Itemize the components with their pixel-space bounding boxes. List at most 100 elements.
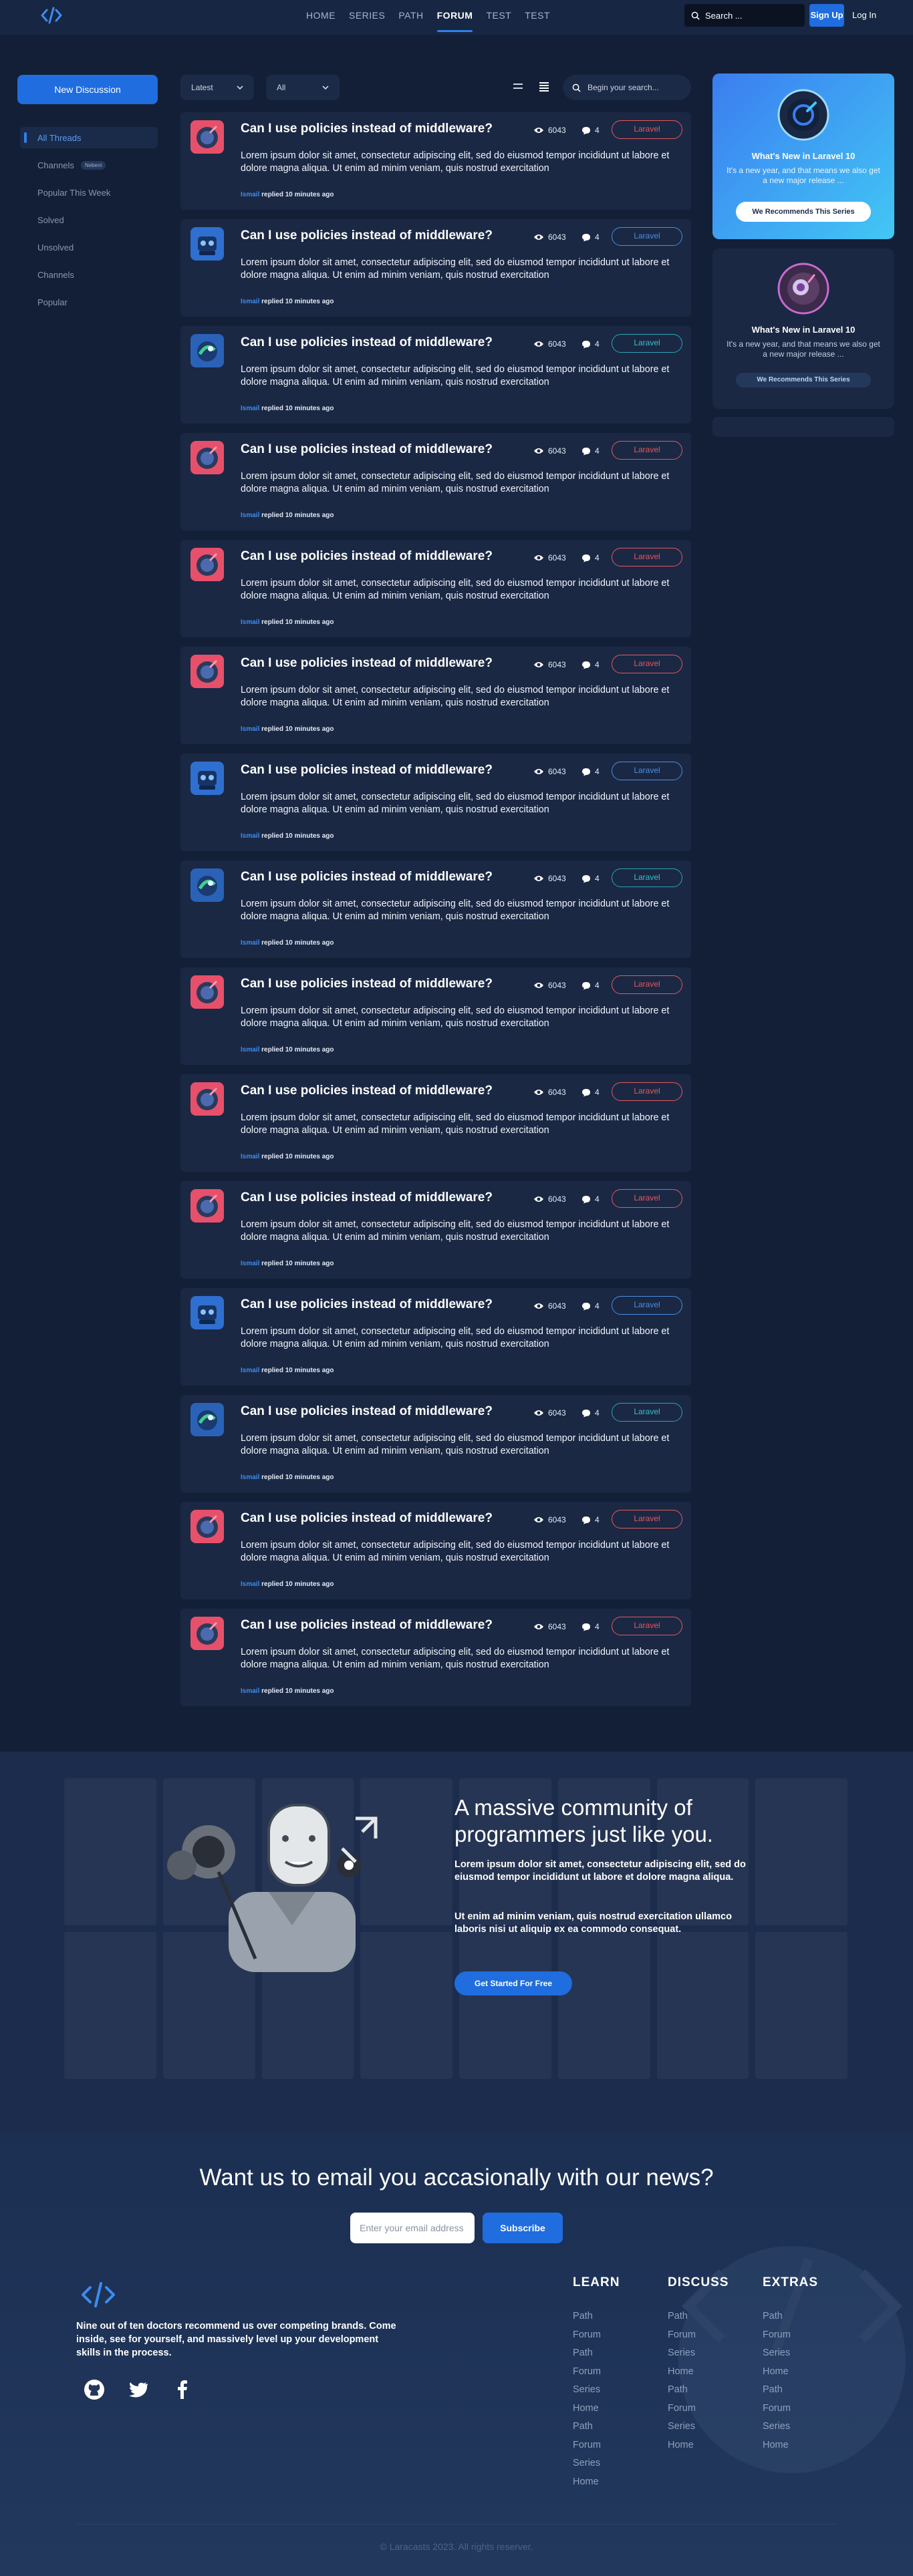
channel-tag[interactable]: Laravel xyxy=(612,1296,682,1315)
avatar[interactable] xyxy=(190,120,224,154)
footer-link[interactable]: Home xyxy=(573,2400,653,2418)
thread-author-link[interactable]: Ismail xyxy=(241,298,259,305)
channel-tag[interactable]: Laravel xyxy=(612,1617,682,1635)
thread-title[interactable]: Can I use policies instead of middleware… xyxy=(241,335,493,350)
thread-author-link[interactable]: Ismail xyxy=(241,1687,259,1695)
channel-tag[interactable]: Laravel xyxy=(612,762,682,780)
thread-card[interactable]: Can I use policies instead of middleware… xyxy=(180,1502,691,1599)
channel-tag[interactable]: Laravel xyxy=(612,227,682,246)
thread-author-link[interactable]: Ismail xyxy=(241,512,259,519)
avatar[interactable] xyxy=(190,1403,224,1436)
sidebar-item-popular-this-week[interactable]: Popular This Week xyxy=(20,182,158,203)
avatar[interactable] xyxy=(190,762,224,795)
avatar[interactable] xyxy=(190,334,224,367)
footer-link[interactable]: Forum xyxy=(668,2326,748,2345)
subscribe-button[interactable]: Subscribe xyxy=(483,2213,563,2243)
channel-tag[interactable]: Laravel xyxy=(612,1403,682,1422)
header-search-input[interactable]: Search ... xyxy=(684,4,805,27)
thread-author-link[interactable]: Ismail xyxy=(241,726,259,733)
thread-author-link[interactable]: Ismail xyxy=(241,1474,259,1481)
thread-author-link[interactable]: Ismail xyxy=(241,405,259,412)
thread-title[interactable]: Can I use policies instead of middleware… xyxy=(241,1084,493,1098)
thread-card[interactable]: Can I use policies instead of middleware… xyxy=(180,112,691,210)
thread-card[interactable]: Can I use policies instead of middleware… xyxy=(180,647,691,744)
thread-title[interactable]: Can I use policies instead of middleware… xyxy=(241,656,493,671)
footer-link[interactable]: Forum xyxy=(573,2363,653,2382)
footer-link[interactable]: Forum xyxy=(573,2436,653,2455)
avatar[interactable] xyxy=(190,1617,224,1650)
thread-title[interactable]: Can I use policies instead of middleware… xyxy=(241,763,493,778)
channel-tag[interactable]: Laravel xyxy=(612,655,682,673)
promo-card[interactable]: What's New in Laravel 10 It's a new year… xyxy=(712,73,894,239)
thread-title[interactable]: Can I use policies instead of middleware… xyxy=(241,870,493,884)
channel-tag[interactable]: Laravel xyxy=(612,1189,682,1208)
footer-link[interactable]: Forum xyxy=(763,2326,843,2345)
compact-view-icon[interactable] xyxy=(537,79,551,94)
channel-tag[interactable]: Laravel xyxy=(612,334,682,353)
avatar[interactable] xyxy=(190,441,224,474)
github-icon[interactable] xyxy=(83,2378,106,2401)
footer-link[interactable]: Forum xyxy=(573,2326,653,2345)
footer-link[interactable]: Forum xyxy=(668,2400,748,2418)
footer-link[interactable]: Path xyxy=(763,2381,843,2400)
thread-author-link[interactable]: Ismail xyxy=(241,191,259,198)
nav-link-path[interactable]: PATH xyxy=(398,0,423,35)
footer-link[interactable]: Home xyxy=(668,2363,748,2382)
sidebar-item-popular[interactable]: Popular xyxy=(20,291,158,313)
recommend-series-button[interactable]: We Recommends This Series xyxy=(736,373,871,387)
thread-author-link[interactable]: Ismail xyxy=(241,1046,259,1054)
nav-link-series[interactable]: SERIES xyxy=(349,0,385,35)
channel-tag[interactable]: Laravel xyxy=(612,868,682,887)
nav-link-home[interactable]: HOME xyxy=(306,0,336,35)
thread-title[interactable]: Can I use policies instead of middleware… xyxy=(241,228,493,243)
footer-link[interactable]: Series xyxy=(763,2418,843,2436)
avatar[interactable] xyxy=(190,227,224,261)
list-view-icon[interactable] xyxy=(511,79,525,94)
footer-link[interactable]: Path xyxy=(573,2418,653,2436)
thread-card[interactable]: Can I use policies instead of middleware… xyxy=(180,433,691,530)
thread-author-link[interactable]: Ismail xyxy=(241,1260,259,1267)
channel-tag[interactable]: Laravel xyxy=(612,1082,682,1101)
footer-link[interactable]: Path xyxy=(668,2381,748,2400)
thread-title[interactable]: Can I use policies instead of middleware… xyxy=(241,122,493,136)
nav-link-test[interactable]: TEST xyxy=(525,0,550,35)
avatar[interactable] xyxy=(190,1082,224,1116)
thread-author-link[interactable]: Ismail xyxy=(241,1367,259,1374)
thread-author-link[interactable]: Ismail xyxy=(241,832,259,840)
thread-card[interactable]: Can I use policies instead of middleware… xyxy=(180,1395,691,1492)
footer-link[interactable]: Home xyxy=(763,2436,843,2455)
channel-tag[interactable]: Laravel xyxy=(612,120,682,139)
channel-tag[interactable]: Laravel xyxy=(612,975,682,994)
footer-link[interactable]: Series xyxy=(573,2454,653,2473)
sidebar-item-unsolved[interactable]: Unsolved xyxy=(20,236,158,258)
thread-title[interactable]: Can I use policies instead of middleware… xyxy=(241,1404,493,1419)
new-discussion-button[interactable]: New Discussion xyxy=(17,75,158,104)
avatar[interactable] xyxy=(190,868,224,902)
thread-card[interactable]: Can I use policies instead of middleware… xyxy=(180,1074,691,1172)
footer-link[interactable]: Home xyxy=(763,2363,843,2382)
log-in-link[interactable]: Log In xyxy=(852,4,876,27)
footer-link[interactable]: Home xyxy=(573,2473,653,2492)
channel-tag[interactable]: Laravel xyxy=(612,1510,682,1528)
thread-title[interactable]: Can I use policies instead of middleware… xyxy=(241,549,493,564)
footer-link[interactable]: Series xyxy=(763,2344,843,2363)
thread-card[interactable]: Can I use policies instead of middleware… xyxy=(180,1288,691,1386)
twitter-icon[interactable] xyxy=(127,2378,150,2401)
avatar[interactable] xyxy=(190,1510,224,1543)
sidebar-item-channels[interactable]: Channels xyxy=(20,264,158,285)
nav-link-test[interactable]: TEST xyxy=(486,0,511,35)
thread-title[interactable]: Can I use policies instead of middleware… xyxy=(241,1297,493,1312)
footer-link[interactable]: Home xyxy=(668,2436,748,2455)
avatar[interactable] xyxy=(190,1296,224,1329)
sort-select[interactable]: Latest xyxy=(180,75,254,100)
footer-link[interactable]: Path xyxy=(763,2307,843,2326)
thread-title[interactable]: Can I use policies instead of middleware… xyxy=(241,977,493,991)
channel-tag[interactable]: Laravel xyxy=(612,441,682,460)
sidebar-item-all-threads[interactable]: All Threads xyxy=(20,127,158,148)
channel-tag[interactable]: Laravel xyxy=(612,548,682,567)
get-started-button[interactable]: Get Started For Free xyxy=(454,1971,572,1995)
sidebar-item-solved[interactable]: Solved xyxy=(20,209,158,230)
thread-title[interactable]: Can I use policies instead of middleware… xyxy=(241,1618,493,1633)
thread-card[interactable]: Can I use policies instead of middleware… xyxy=(180,219,691,317)
thread-card[interactable]: Can I use policies instead of middleware… xyxy=(180,860,691,958)
